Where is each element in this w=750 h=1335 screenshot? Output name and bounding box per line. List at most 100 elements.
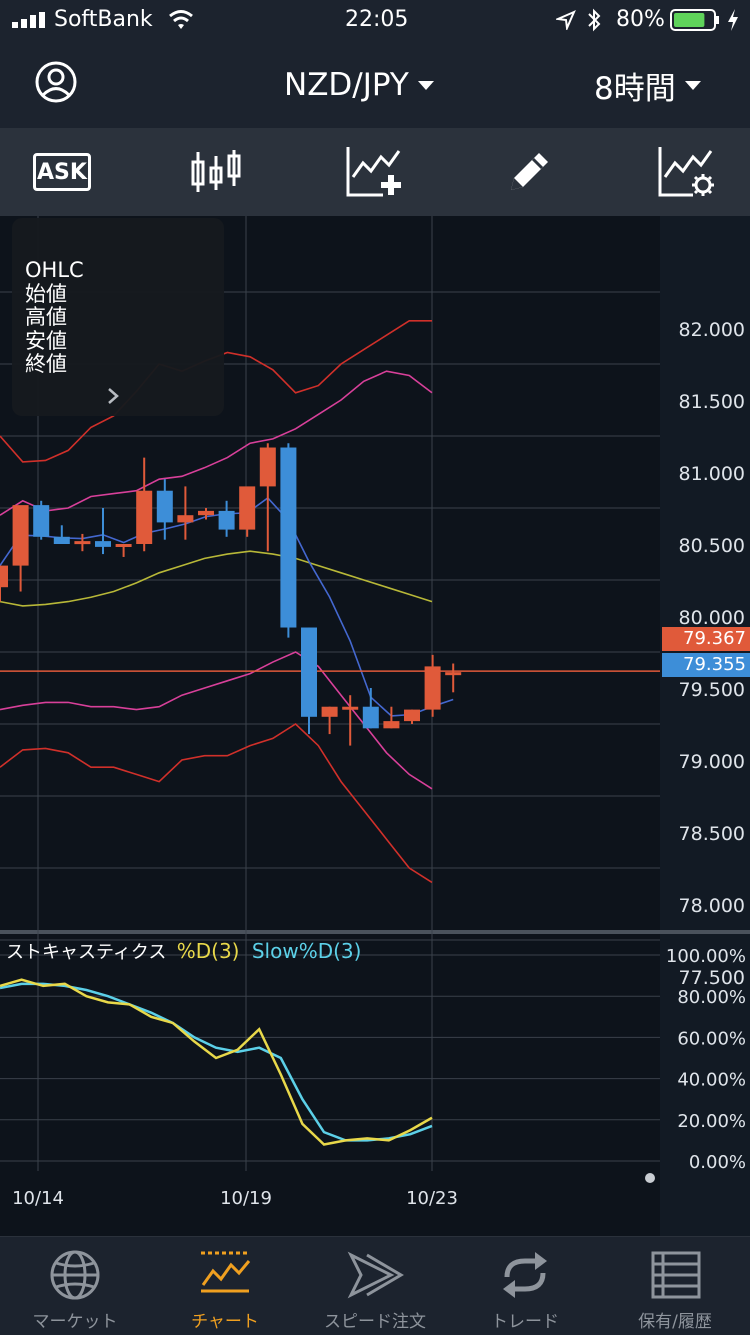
pencil-icon — [511, 153, 548, 190]
candle-body — [424, 666, 441, 710]
nav-item-chart[interactable]: チャート — [150, 1237, 300, 1335]
clock: 22:05 — [345, 7, 409, 32]
currency-pair: NZD/JPY — [284, 67, 409, 103]
candle-body — [198, 510, 214, 516]
list-icon — [651, 1251, 701, 1299]
ask-bid-toggle-button[interactable]: ASK — [12, 128, 112, 216]
date-label: 10/23 — [406, 1188, 458, 1209]
exchange-icon — [503, 1252, 547, 1298]
currency-pair-selector[interactable]: NZD/JPY — [284, 63, 435, 107]
price-tick-label: 77.500 — [679, 967, 745, 989]
chart-type-button[interactable] — [166, 128, 266, 216]
stoch-tick-label: 20.00% — [677, 1111, 746, 1132]
candle-body — [301, 627, 317, 717]
candle-body — [383, 721, 400, 729]
wifi-icon — [168, 9, 194, 31]
candle-body — [404, 709, 420, 722]
price-tick-label: 81.500 — [679, 391, 745, 413]
ask-price-tag: 79.367 — [662, 627, 750, 651]
ohlc-open-label: 始値 — [25, 281, 67, 306]
candle-body — [239, 486, 256, 530]
candle-body — [177, 515, 194, 523]
candle-body — [136, 490, 153, 544]
carrier-name: SoftBank — [54, 7, 153, 32]
indicator-line — [0, 722, 433, 884]
stoch-tick-label: 80.00% — [677, 987, 746, 1008]
price-tick-label: 81.000 — [679, 463, 745, 485]
signal-icon — [12, 12, 48, 28]
nav-item-positions[interactable]: 保有/履歴 — [600, 1237, 750, 1335]
stoch-tick-label: 0.00% — [689, 1152, 746, 1173]
price-tick-label: 78.500 — [679, 823, 745, 845]
date-label: 10/14 — [12, 1188, 64, 1209]
indicator-settings-icon — [658, 147, 714, 197]
nav-label-market: マーケット — [32, 1312, 118, 1332]
ohlc-title: OHLC — [25, 258, 84, 282]
location-icon — [554, 10, 576, 32]
chart-icon — [201, 1251, 251, 1293]
bid-price-tag: 79.355 — [662, 653, 750, 677]
candle-body — [218, 510, 235, 530]
candle-body — [280, 447, 297, 628]
candlestick-icon — [191, 150, 241, 192]
bluetooth-icon — [586, 8, 602, 32]
ask-icon: ASK — [33, 153, 91, 191]
ask-label: ASK — [37, 159, 87, 185]
nav-label-positions: 保有/履歴 — [638, 1312, 712, 1332]
add-indicator-button[interactable] — [324, 128, 424, 216]
bottom-nav: マーケット チャート スピード注文 トレード 保有/履歴 — [0, 1236, 750, 1335]
ohlc-high-label: 高値 — [25, 305, 67, 329]
candle-body — [74, 541, 91, 545]
candle-body — [12, 505, 29, 566]
drawing-tool-button[interactable] — [479, 128, 579, 216]
status-bar: SoftBank 22:05 80% — [0, 0, 750, 42]
stoch-tick-label: 60.00% — [677, 1028, 746, 1049]
candle-body — [321, 706, 338, 717]
candle-body — [33, 505, 50, 537]
candle-body — [53, 536, 70, 544]
page-indicator-dot — [645, 1173, 655, 1183]
nav-label-speed-order: スピード注文 — [324, 1312, 426, 1332]
chart-toolbar: ASK — [0, 128, 750, 216]
price-tick-label: 79.500 — [679, 679, 745, 701]
candle-body — [156, 490, 173, 523]
stoch-slow-line — [0, 982, 433, 1142]
nav-item-speed-order[interactable]: スピード注文 — [300, 1237, 450, 1335]
ohlc-panel[interactable]: OHLC 始値 高値 安値 終値 — [12, 218, 224, 416]
indicator-slow-label: Slow%D(3) — [251, 939, 362, 963]
battery-icon — [670, 9, 720, 31]
account-icon[interactable] — [34, 60, 78, 104]
candle-body — [362, 706, 379, 729]
charging-bolt-icon — [726, 8, 740, 32]
timeframe-selector[interactable]: 8時間 — [594, 63, 702, 107]
nav-item-trade[interactable]: トレード — [450, 1237, 600, 1335]
speed-arrow-icon — [347, 1251, 404, 1299]
chevron-right-icon[interactable] — [106, 386, 120, 406]
header: NZD/JPY 8時間 — [0, 42, 750, 128]
candle-body — [95, 541, 111, 547]
indicator-settings-button[interactable] — [636, 128, 736, 216]
price-tick-label: 78.000 — [679, 895, 745, 917]
price-tick-label: 80.000 — [679, 607, 745, 629]
nav-label-trade: トレード — [491, 1312, 559, 1332]
candle-body — [115, 544, 132, 547]
price-tick-label: 80.500 — [679, 535, 745, 557]
nav-label-chart: チャート — [191, 1312, 259, 1332]
candle-body — [0, 565, 8, 588]
price-tick-label: 79.000 — [679, 751, 745, 773]
candle-body — [259, 447, 276, 487]
indicator-name: ストキャスティクス — [6, 942, 167, 963]
price-tick-label: 82.000 — [679, 319, 745, 341]
globe-icon — [50, 1250, 100, 1300]
nav-item-market[interactable]: マーケット — [0, 1237, 150, 1335]
ohlc-close-label: 終値 — [25, 352, 67, 376]
timeframe: 8時間 — [594, 70, 676, 107]
battery-percent: 80% — [616, 7, 665, 32]
chevron-down-icon — [417, 81, 434, 90]
candle-body — [445, 672, 462, 676]
stoch-tick-label: 40.00% — [677, 1070, 746, 1091]
add-indicator-icon — [346, 147, 401, 197]
indicator-line — [0, 550, 433, 607]
stoch-tick-label: 100.00% — [666, 946, 746, 967]
indicator-legend: ストキャスティクス %D(3) Slow%D(3) — [6, 938, 361, 964]
